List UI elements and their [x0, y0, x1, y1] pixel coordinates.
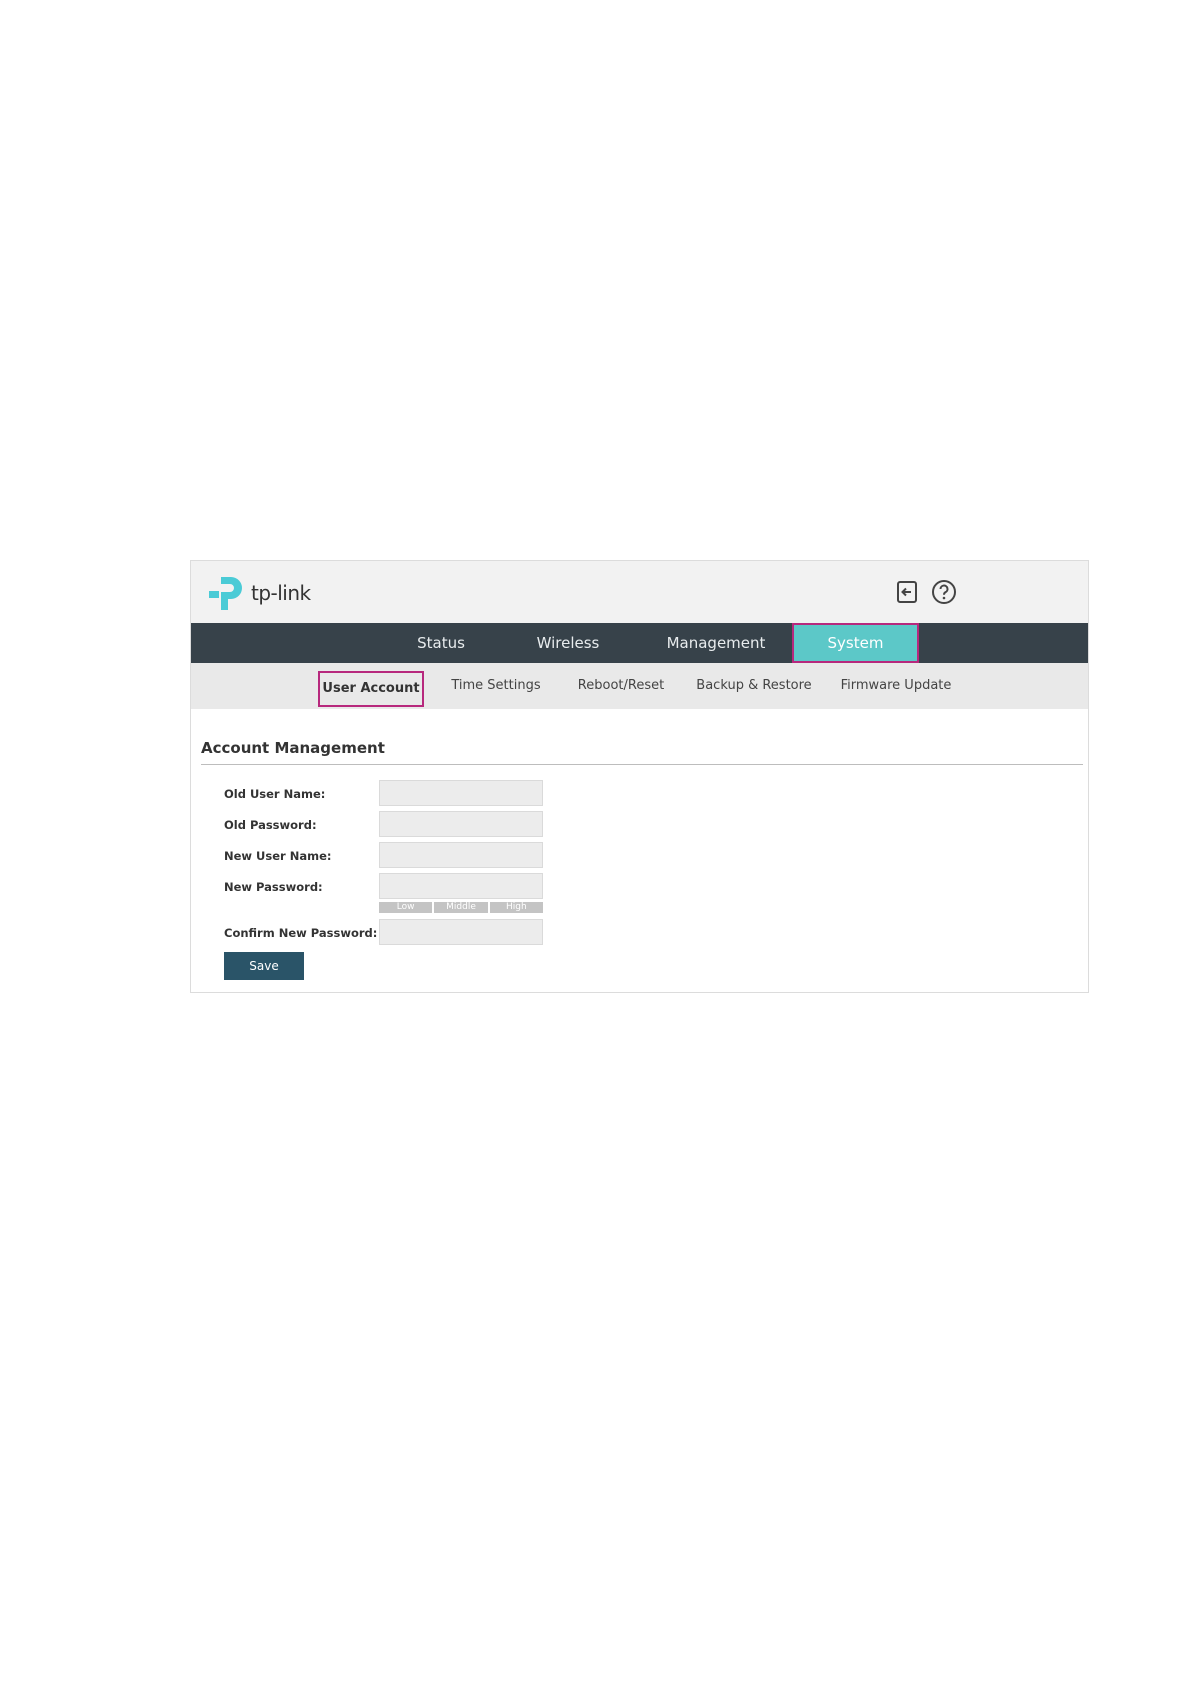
logout-icon[interactable] [894, 579, 920, 605]
new-user-name-input[interactable] [379, 842, 543, 868]
nav-management[interactable]: Management [651, 623, 781, 663]
new-password-input[interactable] [379, 873, 543, 899]
section-divider [201, 764, 1083, 765]
label-old-user-name: Old User Name: [224, 787, 326, 801]
subnav-backup-restore[interactable]: Backup & Restore [689, 663, 819, 709]
nav-wireless[interactable]: Wireless [518, 623, 618, 663]
password-strength-meter: Low Middle High [379, 902, 543, 913]
nav-status[interactable]: Status [391, 623, 491, 663]
label-new-user-name: New User Name: [224, 849, 332, 863]
strength-high: High [489, 902, 543, 913]
label-confirm-new-password: Confirm New Password: [224, 926, 378, 940]
tp-link-logo: tp-link [207, 573, 311, 613]
router-admin-window: tp-link Status Wireless Management Syste… [190, 560, 1089, 993]
top-bar: tp-link [191, 561, 1088, 623]
old-password-input[interactable] [379, 811, 543, 837]
help-icon[interactable] [931, 579, 957, 605]
subnav-reboot-reset[interactable]: Reboot/Reset [566, 663, 676, 709]
tp-link-logo-icon [209, 577, 242, 610]
brand-name: tp-link [251, 581, 311, 605]
subnav-user-account[interactable]: User Account [318, 671, 424, 707]
subnav-time-settings[interactable]: Time Settings [441, 663, 551, 709]
strength-low: Low [379, 902, 433, 913]
label-old-password: Old Password: [224, 818, 317, 832]
old-user-name-input[interactable] [379, 780, 543, 806]
strength-middle: Middle [434, 902, 488, 913]
sub-nav: User Account Time Settings Reboot/Reset … [191, 663, 1088, 709]
section-title: Account Management [201, 739, 385, 757]
confirm-new-password-input[interactable] [379, 919, 543, 945]
label-new-password: New Password: [224, 880, 323, 894]
save-button[interactable]: Save [224, 952, 304, 980]
nav-system[interactable]: System [792, 623, 919, 663]
main-nav: Status Wireless Management System [191, 623, 1088, 663]
subnav-firmware-update[interactable]: Firmware Update [831, 663, 961, 709]
